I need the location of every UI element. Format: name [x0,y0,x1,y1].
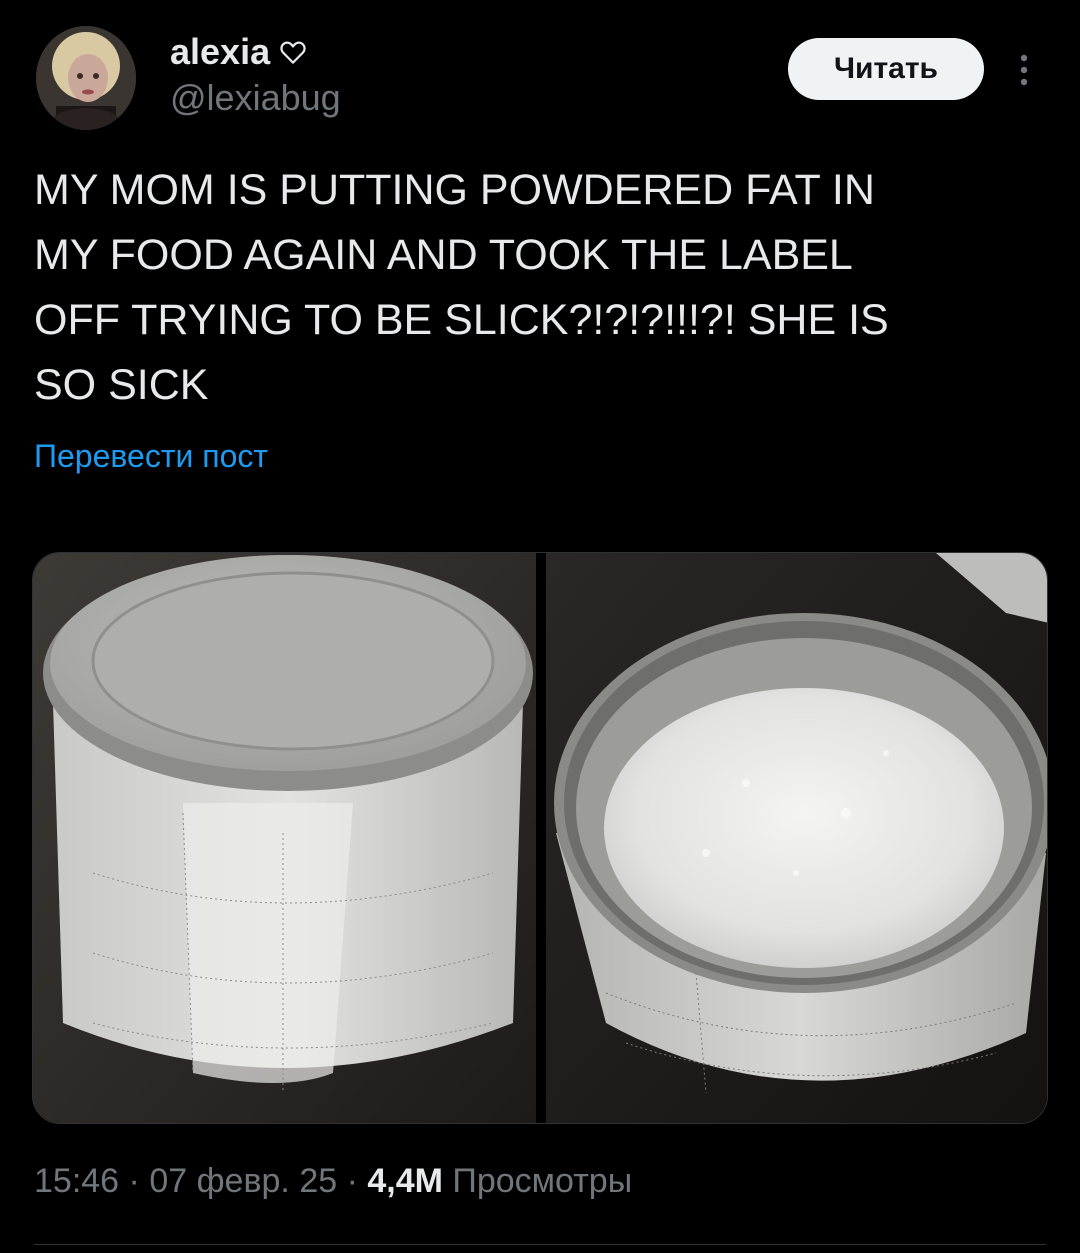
tweet-meta: 15:46 · 07 февр. 25 · 4,4M Просмотры [34,1162,632,1201]
tweet-time[interactable]: 15:46 [34,1162,119,1200]
display-name-text: alexia [170,31,271,72]
views-count: 4,4M [367,1162,443,1200]
photo-powder-inside [546,553,1047,1123]
heart-outline-icon [280,41,306,64]
photo-container-open[interactable] [546,553,1047,1123]
display-name[interactable]: alexia [170,30,341,74]
tweet-text: MY MOM IS PUTTING POWDERED FAT IN MY FOO… [34,166,889,409]
media-grid [32,552,1048,1124]
more-vertical-icon[interactable] [1012,50,1036,90]
photo-container-with-lid [33,553,536,1123]
avatar[interactable] [36,26,136,130]
meta-separator: · [119,1162,150,1200]
divider [34,1244,1046,1245]
tweet-date[interactable]: 07 февр. 25 [149,1162,337,1200]
meta-separator: · [337,1162,368,1200]
user-handle[interactable]: @lexiabug [170,74,341,122]
avatar-photo [36,26,136,130]
translate-post-link[interactable]: Перевести пост [34,438,268,475]
follow-button[interactable]: Читать [788,38,984,100]
photo-container-lid[interactable] [33,553,536,1123]
views-label: Просмотры [452,1162,633,1200]
tweet-header: alexia @lexiabug Читать [36,26,1046,136]
user-info: alexia @lexiabug [170,30,341,122]
